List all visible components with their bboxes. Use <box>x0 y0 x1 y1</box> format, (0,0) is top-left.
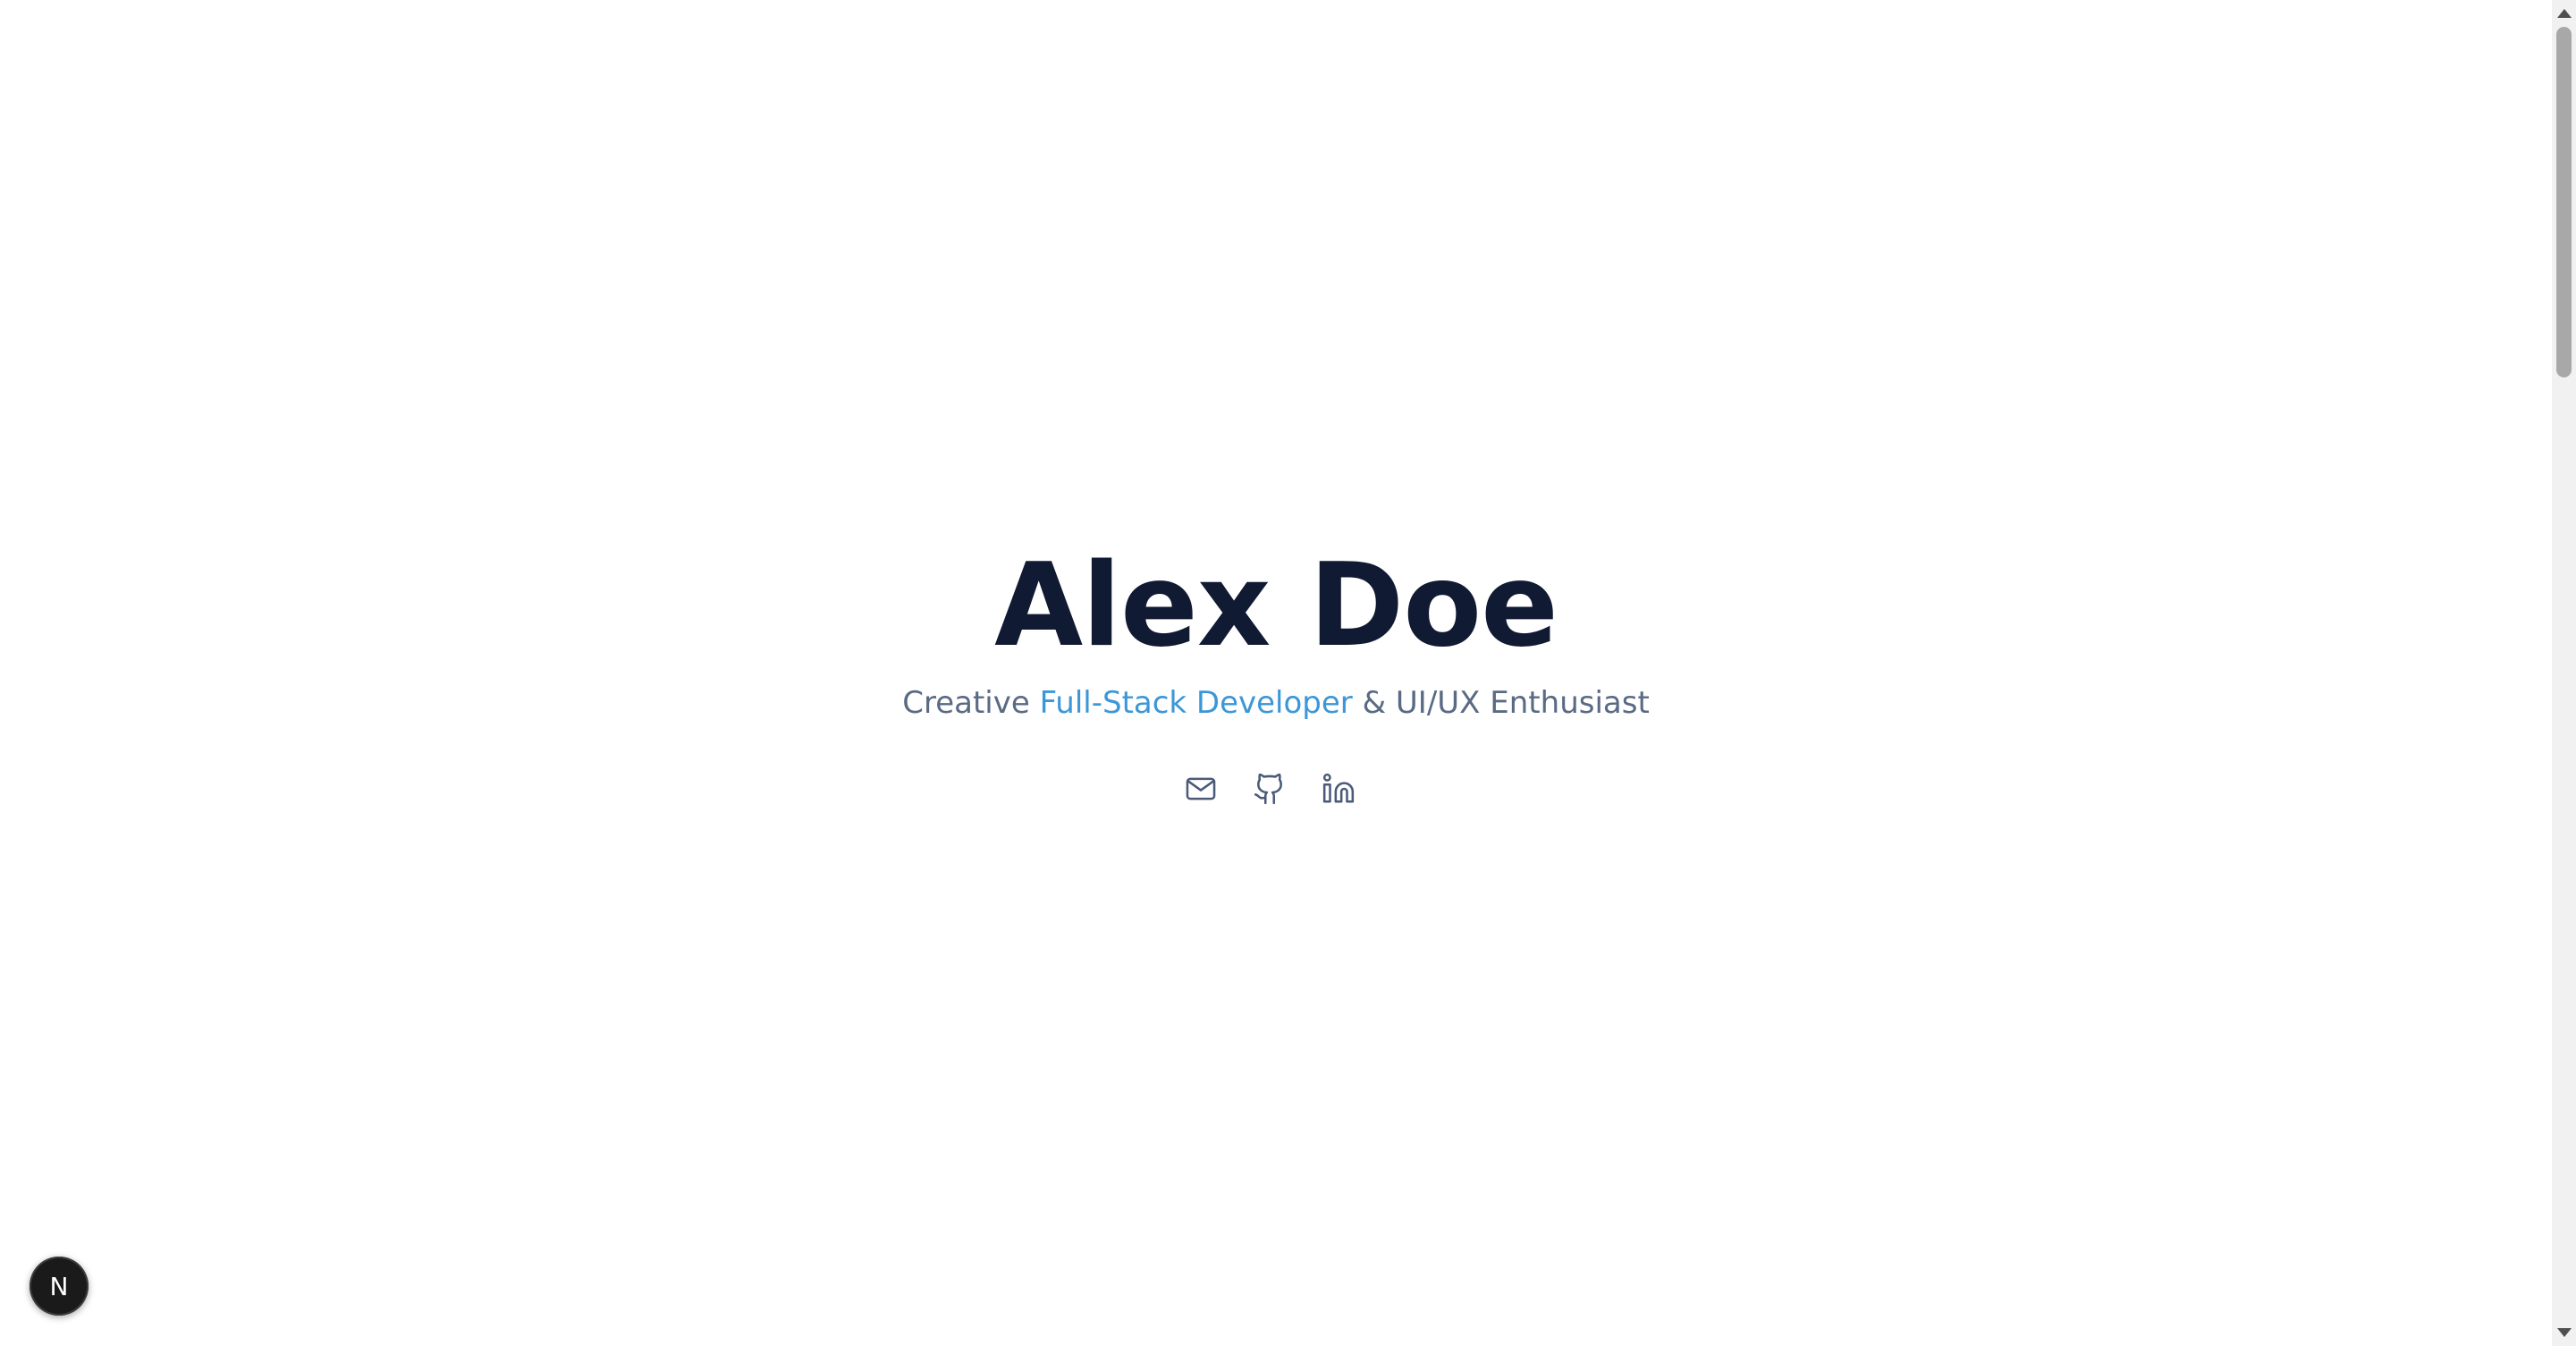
hero-name: Alex Doe <box>994 539 1558 673</box>
linkedin-icon <box>1322 773 1355 803</box>
nextjs-dev-indicator-label: N <box>49 1271 69 1301</box>
github-icon <box>1254 773 1282 805</box>
social-links <box>1178 766 1374 812</box>
tagline-accent: Full-Stack Developer <box>1039 685 1353 721</box>
mail-icon <box>1186 777 1216 800</box>
linkedin-link[interactable] <box>1315 766 1362 812</box>
hero-tagline: Creative Full-Stack Developer & UI/UX En… <box>0 681 2552 724</box>
vertical-scrollbar[interactable] <box>2552 0 2576 1346</box>
scroll-up-arrow-icon[interactable] <box>2557 9 2572 18</box>
scroll-down-arrow-icon[interactable] <box>2557 1328 2572 1337</box>
tagline-prefix: Creative <box>902 685 1040 721</box>
github-link[interactable] <box>1246 766 1293 812</box>
hero-section: Alex Doe Creative Full-Stack Developer &… <box>0 0 2552 1346</box>
scroll-thumb[interactable] <box>2556 27 2572 377</box>
nextjs-dev-indicator-button[interactable]: N <box>30 1257 89 1316</box>
tagline-suffix: & UI/UX Enthusiast <box>1352 685 1650 721</box>
email-link[interactable] <box>1178 766 1224 812</box>
page-viewport: Alex Doe Creative Full-Stack Developer &… <box>0 0 2552 1346</box>
